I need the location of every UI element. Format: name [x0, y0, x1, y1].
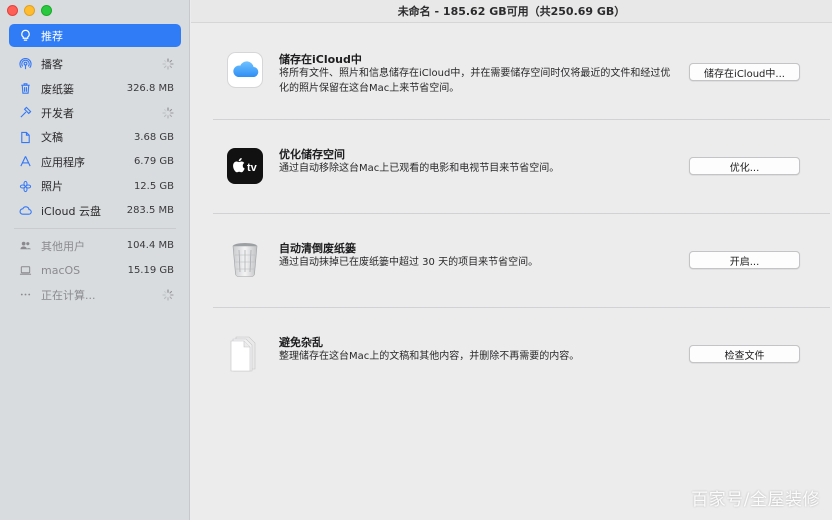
sidebar-item-label: 开发者	[41, 106, 74, 120]
sidebar-item-size: 15.19 GB	[127, 264, 174, 276]
storage-management-window: 推荐 播客 废纸篓 326.8 MB 开发者 文稿 3.68 GB 应用程序 6…	[0, 0, 832, 520]
review-files-button[interactable]: 检查文件	[689, 345, 800, 363]
section-divider	[213, 119, 830, 120]
zoom-button[interactable]	[41, 5, 52, 16]
sidebar-item-size: 3.68 GB	[133, 131, 174, 143]
sidebar-divider	[14, 227, 176, 229]
sidebar-item-label: 废纸篓	[41, 82, 74, 96]
sidebar-item-podcasts[interactable]: 播客	[0, 52, 190, 76]
sidebar-item-size: 6.79 GB	[133, 156, 174, 168]
apps-icon	[18, 155, 32, 169]
cloud-icon	[18, 204, 32, 218]
optimize-button[interactable]: 优化...	[689, 157, 800, 175]
document-icon	[18, 130, 32, 144]
sidebar-item-trash[interactable]: 废纸篓 326.8 MB	[0, 76, 190, 100]
sidebar-item-applications[interactable]: 应用程序 6.79 GB	[0, 150, 190, 174]
sidebar-item-recommendations[interactable]: 推荐	[9, 24, 181, 47]
minimize-button[interactable]	[24, 5, 35, 16]
recommendation-reduce-clutter: 避免杂乱 整理储存在这台Mac上的文稿和其他内容，并删除不再需要的内容。 检查文…	[213, 335, 830, 375]
apple-tv-icon: tv	[227, 148, 263, 184]
turn-on-button[interactable]: 开启...	[689, 251, 800, 269]
sidebar-item-label: 应用程序	[41, 155, 85, 169]
sidebar-item-label: iCloud 云盘	[41, 204, 101, 218]
recommendation-title: 储存在iCloud中	[279, 53, 362, 66]
laptop-icon	[18, 263, 32, 277]
store-in-icloud-button[interactable]: 储存在iCloud中...	[689, 63, 800, 81]
recommendation-description: 通过自动移除这台Mac上已观看的电影和电视节目来节省空间。	[279, 163, 560, 174]
podcast-icon	[18, 57, 32, 71]
loading-spinner-icon	[162, 107, 174, 119]
sidebar-item-size: 283.5 MB	[126, 205, 174, 217]
sidebar-item-label: 照片	[41, 180, 63, 194]
sidebar-item-label: 正在计算...	[41, 288, 96, 302]
sidebar-item-macos[interactable]: macOS 15.19 GB	[0, 258, 190, 282]
ellipsis-icon	[18, 288, 32, 302]
trash-bin-icon	[227, 239, 263, 277]
sidebar-item-other-users[interactable]: 其他用户 104.4 MB	[0, 234, 190, 258]
sidebar-item-size: 12.5 GB	[133, 180, 174, 192]
main-panel: 未命名 - 185.62 GB可用（共250.69 GB） 储存在iCloud中…	[191, 0, 832, 520]
recommendation-description: 将所有文件、照片和信息储存在iCloud中，并在需要储存空间时仅将最近的文件和经…	[279, 68, 671, 94]
sidebar-item-label: 其他用户	[41, 239, 85, 253]
document-stack-icon	[227, 333, 263, 372]
sidebar-item-documents[interactable]: 文稿 3.68 GB	[0, 125, 190, 149]
users-icon	[18, 239, 32, 253]
sidebar: 推荐 播客 废纸篓 326.8 MB 开发者 文稿 3.68 GB 应用程序 6…	[0, 0, 190, 520]
sidebar-item-photos[interactable]: 照片 12.5 GB	[0, 174, 190, 198]
sidebar-item-icloud-drive[interactable]: iCloud 云盘 283.5 MB	[0, 198, 190, 222]
window-title: 未命名 - 185.62 GB可用（共250.69 GB）	[191, 0, 832, 23]
photos-icon	[18, 179, 32, 193]
recommendation-icloud: 储存在iCloud中 将所有文件、照片和信息储存在iCloud中，并在需要储存空…	[213, 52, 830, 112]
sidebar-item-label: 推荐	[41, 29, 63, 43]
watermark: 百家号/全屋装修	[691, 490, 820, 510]
sidebar-item-size: 104.4 MB	[126, 240, 174, 252]
sidebar-item-label: macOS	[41, 263, 81, 277]
hammer-icon	[18, 106, 32, 120]
section-divider	[213, 307, 830, 308]
section-divider	[213, 213, 830, 214]
recommendation-title: 自动清倒废纸篓	[279, 242, 356, 255]
icloud-icon	[227, 52, 263, 88]
sidebar-item-developer[interactable]: 开发者	[0, 101, 190, 125]
sidebar-item-size: 326.8 MB	[126, 83, 174, 95]
sidebar-item-label: 播客	[41, 58, 63, 72]
sidebar-item-label: 文稿	[41, 131, 63, 145]
recommendation-description: 整理储存在这台Mac上的文稿和其他内容，并删除不再需要的内容。	[279, 351, 580, 362]
recommendation-empty-trash: 自动清倒废纸篓 通过自动抹掉已在废纸篓中超过 30 天的项目来节省空间。 开启.…	[213, 241, 830, 281]
loading-spinner-icon	[162, 289, 174, 301]
close-button[interactable]	[7, 5, 18, 16]
trash-icon	[18, 82, 32, 96]
sidebar-item-calculating[interactable]: 正在计算...	[0, 283, 190, 307]
recommendation-optimize: tv 优化储存空间 通过自动移除这台Mac上已观看的电影和电视节目来节省空间。 …	[213, 148, 830, 188]
window-controls	[7, 5, 52, 16]
recommendation-title: 优化储存空间	[279, 148, 345, 161]
recommendation-description: 通过自动抹掉已在废纸篓中超过 30 天的项目来节省空间。	[279, 257, 539, 268]
svg-text:tv: tv	[247, 162, 258, 174]
lightbulb-icon	[18, 29, 32, 43]
loading-spinner-icon	[162, 58, 174, 70]
sidebar-nav: 推荐 播客 废纸篓 326.8 MB 开发者 文稿 3.68 GB 应用程序 6…	[0, 24, 190, 307]
recommendation-title: 避免杂乱	[279, 336, 323, 349]
